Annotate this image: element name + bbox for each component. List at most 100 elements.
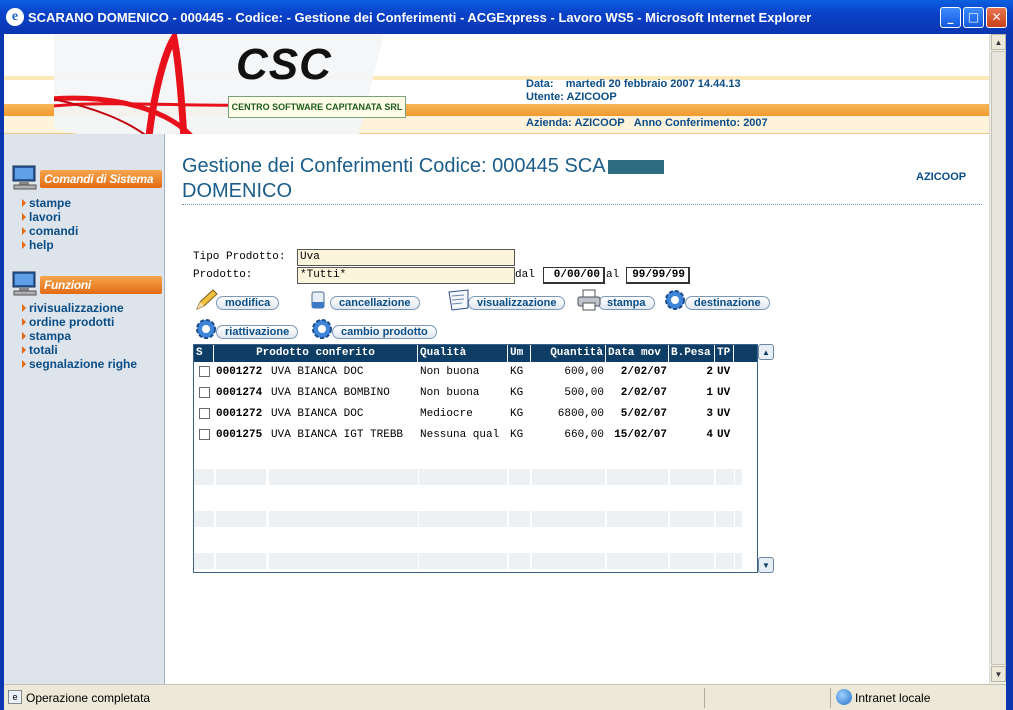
sidebar-item-label: comandi [29,224,79,238]
sidebar-item-totali[interactable]: totali [22,343,137,357]
row-checkbox[interactable] [199,408,210,419]
security-zone: Intranet locale [855,691,931,705]
empty-cell [716,553,734,569]
cell-tp: UV [717,429,731,441]
empty-cell [716,511,734,527]
destinazione-button[interactable]: destinazione [663,288,770,312]
table-row[interactable]: 0001275 UVA BIANCA IGT TREBB Nessuna qual K… [194,425,757,446]
table-row[interactable]: 0001274 UVA BIANCA BOMBINO Non buona KG 500,… [194,383,757,404]
button-label: riattivazione [216,325,299,339]
page-scrollbar[interactable]: ▲ ▼ [989,34,1006,684]
azienda-label: Azienda: [526,117,572,129]
status-divider [830,688,831,708]
sidebar-item-help[interactable]: help [22,238,78,252]
stampa-button[interactable]: stampa [576,288,655,312]
column-header-bpesa[interactable]: B.Pesa [669,345,715,362]
empty-cell [194,469,214,485]
scroll-thumb[interactable] [991,51,1006,665]
column-header-qualita[interactable]: Qualità [418,345,508,362]
gear-icon [665,290,685,310]
cell-code: 0001272 [216,408,263,420]
prodotto-label: Prodotto: [193,269,253,281]
row-select-cell [194,425,214,445]
row-checkbox[interactable] [199,366,210,377]
grid-scroll-down-button[interactable]: ▼ [758,557,774,573]
modifica-button[interactable]: modifica [194,288,280,312]
empty-cell [419,553,507,569]
maximize-button[interactable]: □ [963,6,984,28]
sidebar-list-comandi: stampe lavori comandi help [22,196,78,252]
row-select-cell [194,383,214,403]
cell-tp: UV [717,387,731,399]
main-content: Gestione dei Conferimenti Codice: 000445… [166,134,989,684]
empty-cell [735,553,742,569]
tipo-prodotto-input[interactable]: Uva [297,249,515,266]
empty-row [194,490,757,506]
empty-cell [509,511,530,527]
window-title: SCARANO DOMENICO - 000445 - Codice: - Ge… [28,9,812,25]
grid-scroll-up-button[interactable]: ▲ [758,344,774,360]
cell-code: 0001274 [216,387,263,399]
sidebar-item-comandi[interactable]: comandi [22,224,78,238]
cell-qualita: Non buona [420,366,480,378]
table-row[interactable]: 0001272 UVA BIANCA DOC Mediocre KG 6800,00 5/… [194,404,757,425]
cell-quantita: 500,00 [564,387,604,399]
column-header-s[interactable]: S [194,345,214,362]
al-label: al [606,269,620,281]
sidebar-item-segnalazione-righe[interactable]: segnalazione righe [22,357,137,371]
intranet-zone-icon [836,689,852,705]
arrow-icon [22,318,26,326]
close-button[interactable]: ✕ [986,6,1007,28]
cell-qualita: Mediocre [420,408,473,420]
scroll-down-icon[interactable]: ▼ [991,666,1006,682]
arrow-icon [22,241,26,249]
sidebar-item-lavori[interactable]: lavori [22,210,78,224]
empty-cell [716,469,734,485]
logo: CSC CENTRO SOFTWARE CAPITANATA SRL [54,34,406,143]
cell-data: 5/02/07 [620,408,667,420]
computer-icon [12,165,37,190]
sidebar-item-stampe[interactable]: stampe [22,196,78,210]
table-row[interactable]: 0001272 UVA BIANCA DOC Non buona KG 600,00 2/… [194,362,757,383]
sidebar-item-ordine-prodotti[interactable]: ordine prodotti [22,315,137,329]
empty-cell [670,511,714,527]
page-content: CSC CENTRO SOFTWARE CAPITANATA SRL Data:… [4,34,989,684]
sidebar-section-funzioni: Funzioni [10,270,162,300]
data-label: Data: [526,78,554,90]
cell-quantita: 600,00 [564,366,604,378]
minimize-button[interactable]: _ [940,6,961,28]
empty-cell [735,469,742,485]
dal-date-input[interactable]: 0/00/00 [543,267,605,284]
visualizzazione-button[interactable]: visualizzazione [446,288,566,312]
sidebar-item-rivisualizzazione[interactable]: rivisualizzazione [22,301,137,315]
column-header-prodotto[interactable]: Prodotto conferito [214,345,418,362]
scroll-up-icon[interactable]: ▲ [991,34,1006,50]
row-checkbox[interactable] [199,387,210,398]
page-header: CSC CENTRO SOFTWARE CAPITANATA SRL Data:… [4,34,989,143]
sidebar-item-label: help [29,238,54,252]
column-header-data-mov[interactable]: Data mov [606,345,669,362]
riattivazione-button[interactable]: riattivazione [194,317,299,341]
column-header-tp[interactable]: TP [715,345,734,362]
dal-label: dal [515,269,535,281]
prodotto-input[interactable]: *Tutti* [297,267,515,284]
window-titlebar: e SCARANO DOMENICO - 000445 - Codice: - … [0,0,1013,34]
cell-prodotto: UVA BIANCA DOC [271,366,364,378]
cambio-prodotto-button[interactable]: cambio prodotto [310,317,437,341]
cancellazione-button[interactable]: cancellazione [308,288,420,312]
al-date-input[interactable]: 99/99/99 [626,267,690,284]
cell-tp: UV [717,366,731,378]
button-label: cambio prodotto [332,325,437,339]
row-checkbox[interactable] [199,429,210,440]
status-bar: e Operazione completata Intranet locale [4,684,1006,710]
sidebar-item-label: rivisualizzazione [29,301,124,315]
empty-cell [735,511,742,527]
title-divider [182,204,982,205]
sidebar-item-label: stampe [29,196,72,210]
column-header-quantita[interactable]: Quantità [531,345,606,362]
column-header-um[interactable]: Um [508,345,531,362]
table-header: S Prodotto conferito Qualità Um Quantità… [194,345,757,362]
button-label: destinazione [685,296,770,310]
empty-cell [194,511,214,527]
sidebar-item-stampa[interactable]: stampa [22,329,137,343]
